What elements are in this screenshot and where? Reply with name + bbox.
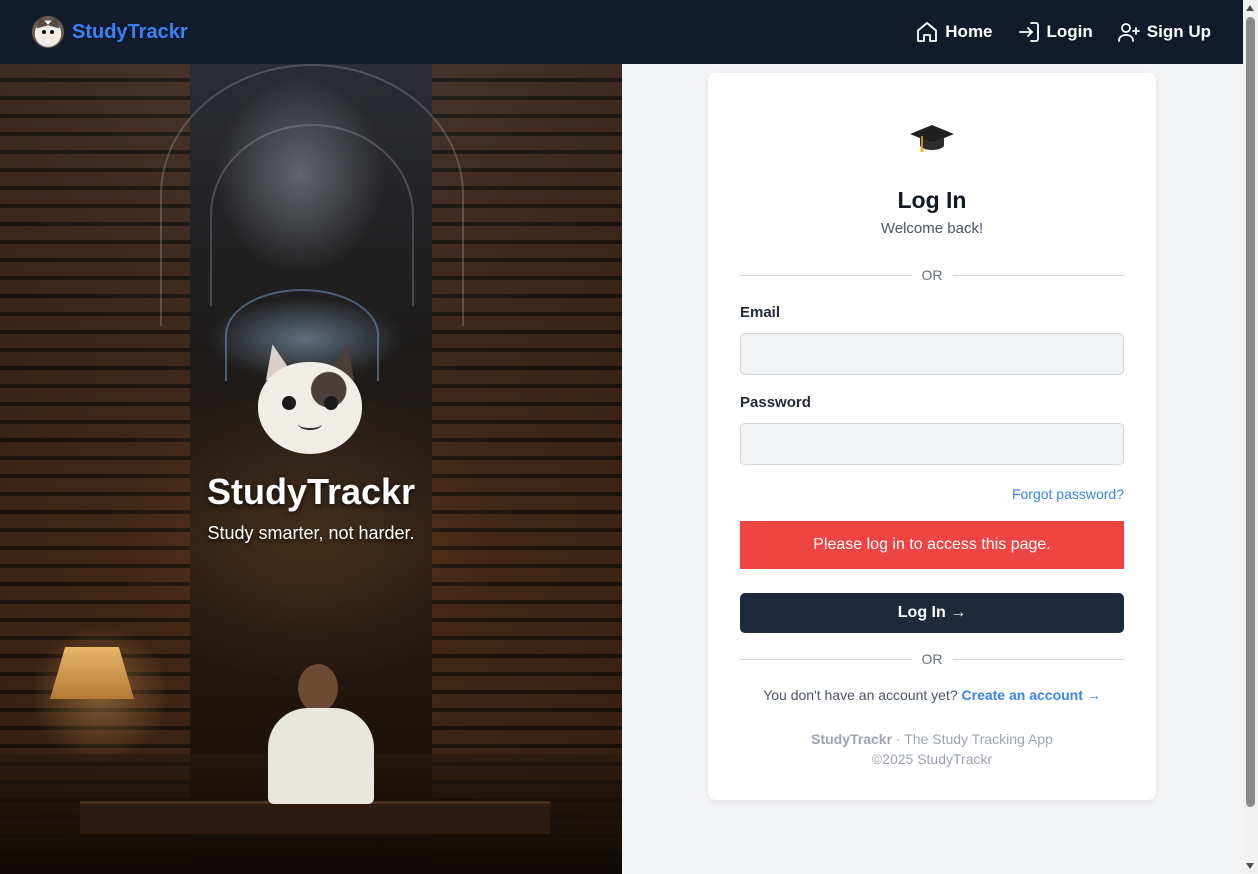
divider-text: OR xyxy=(921,651,943,667)
nav-link-label: Login xyxy=(1046,22,1093,41)
scroll-up-icon[interactable] xyxy=(1246,5,1254,11)
brand-link[interactable]: StudyTrackr xyxy=(32,16,188,48)
password-label: Password xyxy=(740,394,811,411)
nav-link-login[interactable]: Login xyxy=(1017,20,1093,44)
nav-links: Home Login Sign Up xyxy=(915,20,1211,44)
cat-mascot-image xyxy=(258,341,362,454)
login-title: Log In xyxy=(897,187,967,213)
footer-brand: StudyTrackr xyxy=(811,731,893,747)
nav-link-label: Home xyxy=(945,22,993,41)
brand-name: StudyTrackr xyxy=(72,20,188,43)
scroll-thumb[interactable] xyxy=(1246,17,1255,807)
login-required-alert: Please log in to access this page. xyxy=(740,521,1124,569)
divider-text: OR xyxy=(921,267,943,283)
email-label: Email xyxy=(740,304,781,321)
page-scrollbar[interactable] xyxy=(1243,0,1258,874)
navbar: StudyTrackr Home Login Sign Up xyxy=(0,0,1243,64)
hero-panel: StudyTrackr Study smarter, not harder. xyxy=(0,64,622,874)
graduation-cap-icon xyxy=(910,125,954,152)
hero-title: StudyTrackr xyxy=(206,471,416,512)
nav-link-signup[interactable]: Sign Up xyxy=(1117,20,1211,44)
hero-tagline: Study smarter, not harder. xyxy=(207,523,415,543)
login-subtitle: Welcome back! xyxy=(880,220,984,237)
divider: OR xyxy=(740,267,1124,283)
nav-link-home[interactable]: Home xyxy=(915,20,993,44)
user-plus-icon xyxy=(1117,23,1140,42)
no-account-text: You don't have an account yet? xyxy=(763,687,958,703)
password-field[interactable] xyxy=(740,423,1124,465)
login-submit-button[interactable]: Log In → xyxy=(740,593,1124,633)
login-card: Log In Welcome back! OR Email Password F… xyxy=(708,73,1156,800)
login-icon xyxy=(1018,22,1039,42)
create-account-link[interactable]: Create an account → xyxy=(962,687,1101,703)
card-footer: StudyTrackr · The Study Tracking App xyxy=(708,731,1156,747)
divider: OR xyxy=(740,651,1124,667)
cat-logo-icon xyxy=(32,16,64,48)
home-icon xyxy=(917,22,938,42)
footer-tagline: · The Study Tracking App xyxy=(892,731,1053,747)
signup-prompt: You don't have an account yet? Create an… xyxy=(708,687,1156,703)
scroll-down-icon[interactable] xyxy=(1246,863,1254,869)
copyright: ©2025 StudyTrackr xyxy=(871,751,993,767)
nav-link-label: Sign Up xyxy=(1146,22,1211,41)
forgot-password-link[interactable]: Forgot password? xyxy=(1012,486,1124,502)
email-field[interactable] xyxy=(740,333,1124,375)
